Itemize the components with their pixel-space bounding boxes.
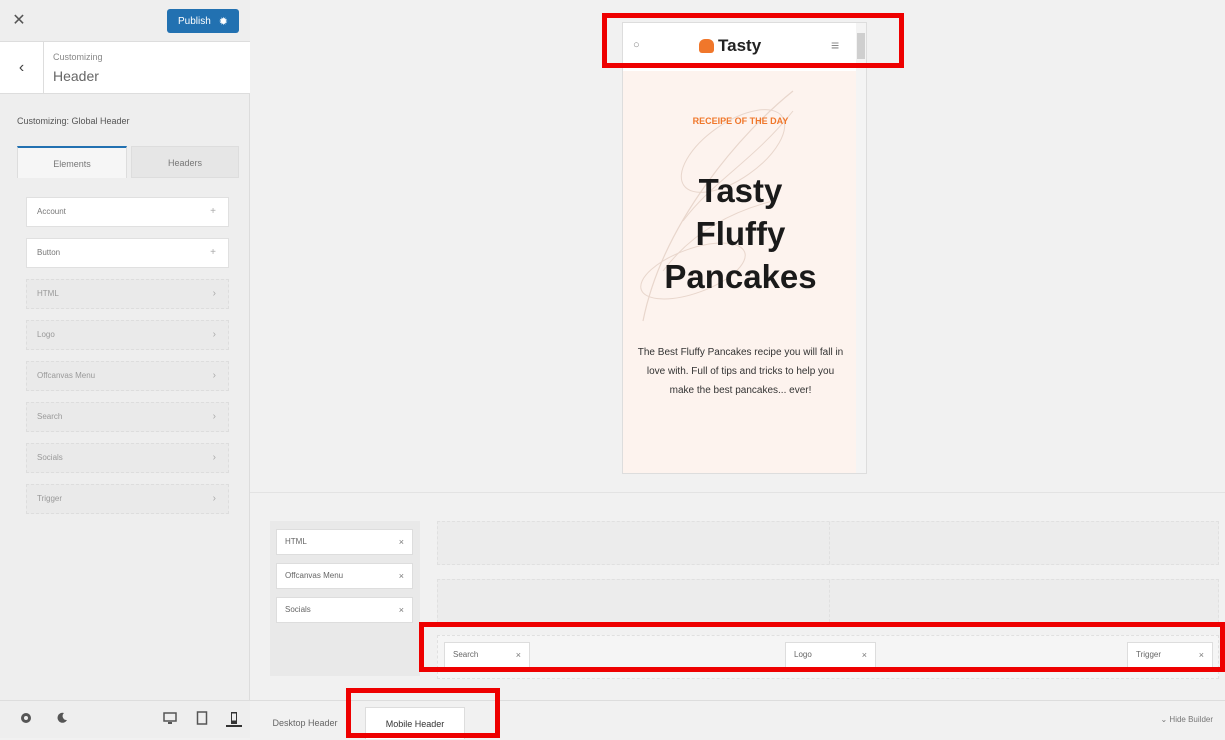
element-item-socials[interactable]: Socials › [26, 443, 229, 473]
section-title: Customizing: Global Header [17, 116, 130, 126]
remove-icon[interactable]: × [399, 530, 404, 554]
row-divider [829, 580, 830, 622]
item-label: Socials [285, 605, 311, 614]
builder-item-offcanvas-menu[interactable]: Offcanvas Menu × [276, 563, 413, 589]
chevron-right-icon: › [212, 329, 216, 340]
panel-title: Header [53, 68, 99, 84]
plus-icon[interactable]: + [210, 239, 216, 267]
element-label: Trigger [37, 494, 63, 503]
element-label: Socials [37, 453, 63, 462]
settings-circle-icon[interactable] [18, 711, 34, 727]
preview-scrollbar[interactable] [856, 23, 866, 473]
gear-icon[interactable]: ✹ [219, 15, 228, 28]
element-item-logo[interactable]: Logo › [26, 320, 229, 350]
builder-row-top[interactable] [437, 521, 1219, 565]
item-label: Offcanvas Menu [285, 571, 344, 580]
element-label: Offcanvas Menu [37, 371, 96, 380]
chevron-right-icon: › [212, 370, 216, 381]
element-label: Search [37, 412, 63, 421]
item-label: HTML [285, 537, 307, 546]
chevron-right-icon: › [212, 452, 216, 463]
builder-item-html[interactable]: HTML × [276, 529, 413, 555]
remove-icon[interactable]: × [399, 564, 404, 588]
hero-title-line: Tasty [698, 172, 783, 209]
highlight-box-bottom-row [419, 622, 1225, 672]
tablet-icon[interactable] [194, 711, 210, 727]
element-label: Logo [37, 330, 55, 339]
hero-title: Tasty Fluffy Pancakes [623, 170, 858, 299]
element-item-html[interactable]: HTML › [26, 279, 229, 309]
chevron-right-icon: › [212, 493, 216, 504]
back-arrow-icon[interactable]: ‹ [0, 42, 44, 94]
publish-button[interactable]: Publish ✹ [167, 9, 239, 33]
dark-mode-icon[interactable] [54, 711, 70, 727]
tab-desktop-header[interactable]: Desktop Header [262, 707, 348, 739]
element-item-offcanvas-menu[interactable]: Offcanvas Menu › [26, 361, 229, 391]
remove-icon[interactable]: × [399, 598, 404, 622]
chevron-right-icon: › [212, 288, 216, 299]
customizer-sidebar: ✕ Publish ✹ ‹ Customizing Header Customi… [0, 0, 250, 738]
sidebar-footer [0, 700, 250, 738]
close-icon[interactable]: ✕ [8, 10, 30, 32]
plus-icon[interactable]: + [210, 198, 216, 226]
element-item-account[interactable]: Account + [26, 197, 229, 227]
element-item-button[interactable]: Button + [26, 238, 229, 268]
builder-row-main[interactable] [437, 579, 1219, 623]
sidebar-topbar: ✕ Publish ✹ [0, 0, 250, 42]
hide-builder-button[interactable]: ⌄ Hide Builder [1160, 715, 1213, 724]
element-label: HTML [37, 289, 59, 298]
hero-description: The Best Fluffy Pancakes recipe you will… [637, 347, 844, 396]
breadcrumb-caption: Customizing [53, 52, 103, 62]
chevron-right-icon: › [212, 411, 216, 422]
publish-label: Publish [177, 15, 211, 27]
hero-title-line: Fluffy [695, 214, 786, 252]
hide-builder-label: Hide Builder [1169, 715, 1213, 724]
recipe-of-day-label: RECEIPE OF THE DAY [692, 116, 789, 126]
available-items-area: HTML × Offcanvas Menu × Socials × [270, 521, 420, 676]
site-preview: ○ Tasty ≡ RECEIPE OF THE DAY Tasty Fluff… [250, 0, 1225, 490]
element-item-search[interactable]: Search › [26, 402, 229, 432]
mobile-icon[interactable] [226, 711, 242, 727]
tab-elements[interactable]: Elements [17, 146, 127, 178]
hero-title-line: Pancakes [664, 257, 817, 295]
breadcrumb: ‹ Customizing Header [0, 42, 250, 94]
highlight-box-mobile-header [602, 13, 904, 68]
element-label: Button [37, 248, 61, 257]
desktop-icon[interactable] [162, 711, 178, 727]
element-item-trigger[interactable]: Trigger › [26, 484, 229, 514]
builder-item-socials[interactable]: Socials × [276, 597, 413, 623]
mobile-preview-frame: ○ Tasty ≡ RECEIPE OF THE DAY Tasty Fluff… [622, 22, 867, 474]
tab-headers[interactable]: Headers [131, 146, 239, 178]
element-label: Account [37, 207, 66, 216]
row-divider [829, 522, 830, 564]
highlight-box-mobile-tab [346, 688, 500, 738]
